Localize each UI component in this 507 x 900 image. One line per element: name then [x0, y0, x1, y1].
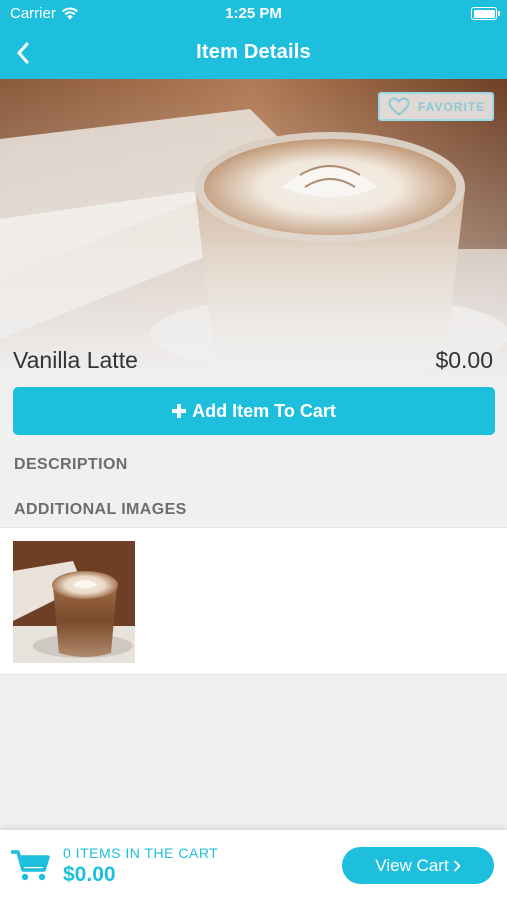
item-price: $0.00: [435, 347, 493, 373]
description-heading: DESCRIPTION: [14, 456, 128, 473]
chevron-right-icon: [453, 860, 461, 871]
plus-icon: [172, 404, 187, 418]
cart-total: $0.00: [63, 863, 116, 886]
additional-images-list: [0, 527, 507, 675]
heart-icon: [388, 97, 410, 116]
latte-thumbnail-photo: [13, 541, 135, 663]
shopping-cart-icon[interactable]: [11, 848, 51, 882]
status-time: 1:25 PM: [225, 5, 282, 22]
view-cart-label: View Cart: [375, 855, 449, 875]
status-bar: Carrier 1:25 PM: [0, 0, 507, 28]
additional-images-heading: ADDITIONAL IMAGES: [14, 501, 187, 518]
add-to-cart-label: Add Item To Cart: [192, 400, 336, 421]
item-name: Vanilla Latte: [13, 347, 138, 373]
favorite-label: FAVORITE: [418, 99, 486, 114]
additional-image-thumbnail[interactable]: [13, 541, 135, 663]
item-hero-image: FAVORITE Vanilla Latte $0.00: [0, 79, 507, 379]
battery-icon: [471, 7, 500, 20]
view-cart-button[interactable]: View Cart: [342, 847, 494, 884]
page-title: Item Details: [196, 41, 311, 63]
favorite-button[interactable]: FAVORITE: [378, 92, 494, 121]
navigation-bar: Item Details: [0, 28, 507, 79]
cart-items-count: 0 ITEMS IN THE CART: [63, 845, 219, 861]
cart-summary-bar: 0 ITEMS IN THE CART $0.00 View Cart: [0, 830, 507, 900]
latte-photo: [0, 79, 507, 379]
add-to-cart-button[interactable]: Add Item To Cart: [13, 387, 495, 435]
